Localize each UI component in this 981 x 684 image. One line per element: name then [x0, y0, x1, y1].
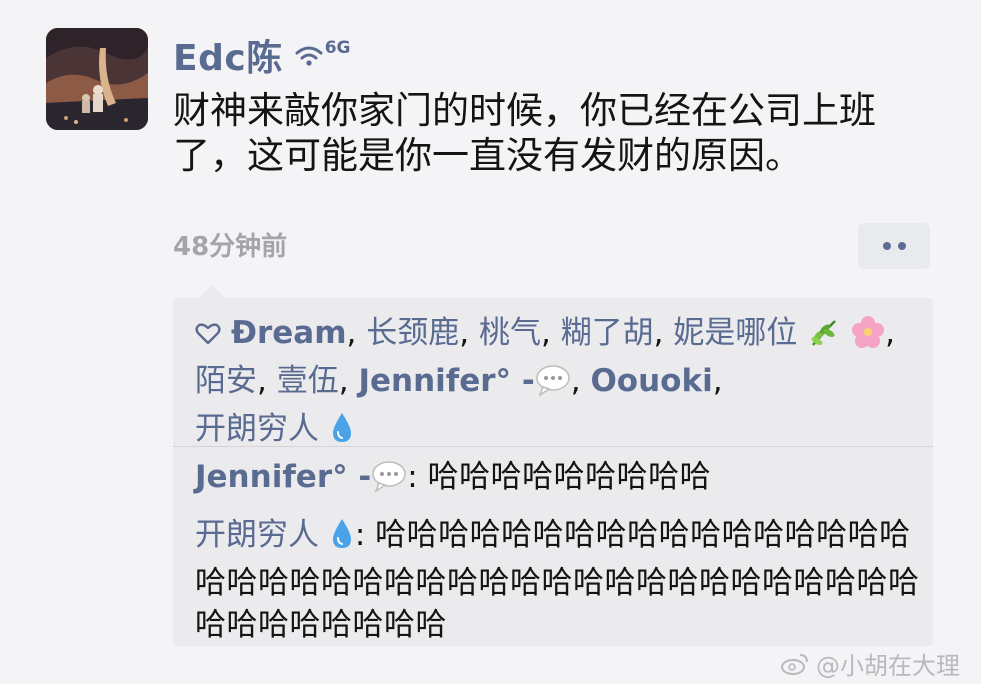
comment-text: 哈哈哈哈哈哈哈哈哈: [427, 459, 712, 495]
name-row: Edc陈 6G: [173, 29, 351, 81]
heart-icon: [195, 323, 221, 345]
moment-post: Edc陈 6G 财神来敲你家门的时候，你已经在公司上班了，这可能是你一直没有发财…: [0, 0, 981, 684]
like-name[interactable]: Oouoki: [590, 363, 712, 399]
like-name[interactable]: 桃气: [479, 315, 541, 351]
like-name[interactable]: Đream: [231, 315, 347, 351]
like-separator: ,: [712, 363, 723, 399]
like-name[interactable]: 壹伍: [277, 363, 339, 399]
like-name[interactable]: 糊了胡: [561, 315, 654, 351]
wifi-icon: [295, 46, 323, 66]
speech-bubble-emoji: [535, 363, 571, 408]
like-name[interactable]: 开朗穷人: [195, 411, 319, 447]
like-separator: ,: [257, 363, 277, 399]
like-name[interactable]: Jennifer° -: [358, 363, 534, 399]
speech-bubble-emoji: [371, 459, 407, 504]
like-separator: ,: [540, 315, 561, 351]
comment-list: Jennifer° - : 哈哈哈哈哈哈哈哈哈 开朗穷人: 哈哈哈哈哈哈哈哈哈…: [195, 456, 920, 656]
username[interactable]: Edc陈: [173, 29, 283, 81]
like-separator: ,: [653, 315, 674, 351]
watermark: @小胡在大理: [780, 646, 960, 681]
avatar[interactable]: [46, 28, 148, 130]
like-name[interactable]: 妮是哪位: [673, 315, 797, 351]
like-separator: ,: [885, 315, 895, 351]
like-separator: ,: [459, 315, 479, 351]
herb-emoji: [807, 315, 841, 360]
comment-colon: :: [407, 459, 428, 495]
comment-colon: :: [354, 517, 376, 553]
more-icon: [882, 242, 891, 250]
watermark-text: @小胡在大理: [816, 652, 960, 680]
more-icon-dot: [897, 242, 906, 250]
divider: [173, 446, 933, 447]
like-separator: ,: [338, 363, 359, 399]
interaction-panel: Đream, 长颈鹿, 桃气, 糊了胡, 妮是哪位 , 陌安, 壹伍, Jenn…: [173, 285, 933, 646]
comment-item[interactable]: Jennifer° - : 哈哈哈哈哈哈哈哈哈: [195, 456, 920, 504]
like-separator: ,: [570, 363, 591, 399]
weibo-icon: [781, 653, 808, 675]
like-name[interactable]: 长颈鹿: [366, 315, 459, 351]
network-label: 6G: [324, 38, 351, 58]
comment-item[interactable]: 开朗穷人 : 哈哈哈哈哈哈哈哈哈哈哈哈哈哈哈哈哈哈哈哈哈哈哈哈哈哈哈哈哈哈哈哈哈…: [195, 514, 920, 646]
like-name[interactable]: 陌安: [195, 363, 257, 399]
blossom-emoji: [851, 315, 885, 360]
comment-author[interactable]: Jennifer° -: [195, 459, 371, 495]
like-separator: ,: [346, 315, 367, 351]
more-button[interactable]: [858, 223, 930, 269]
likes-list: Đream, 长颈鹿, 桃气, 糊了胡, 妮是哪位 , 陌安, 壹伍, Jenn…: [195, 312, 913, 456]
droplet-emoji: [329, 517, 355, 562]
post-time: 48分钟前: [173, 232, 288, 262]
post-content: 财神来敲你家门的时候，你已经在公司上班了，这可能是你一直没有发财的原因。: [173, 89, 876, 177]
comment-author[interactable]: 开朗穷人: [195, 517, 319, 553]
droplet-emoji: [329, 411, 355, 456]
network-status: 6G: [295, 35, 351, 75]
